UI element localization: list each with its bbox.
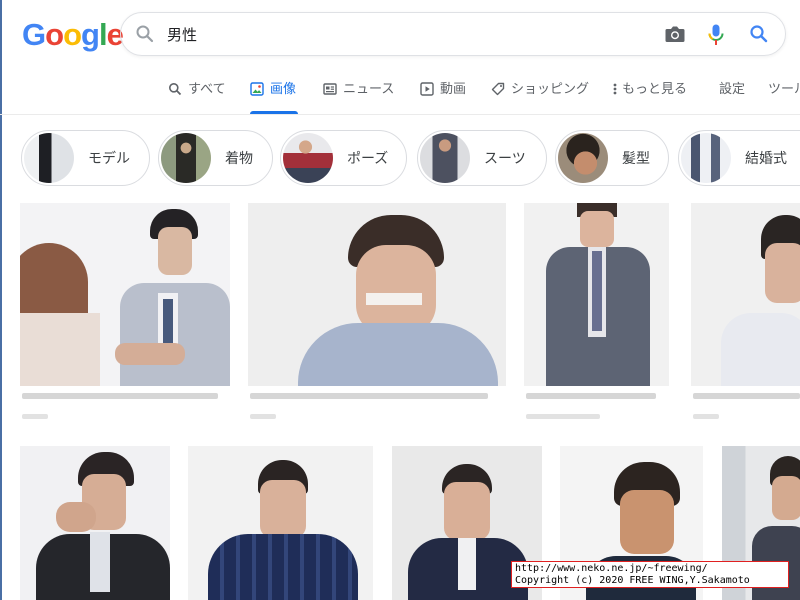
chip-thumbnail [24, 133, 74, 183]
search-icon [168, 82, 182, 96]
search-input[interactable] [167, 22, 647, 46]
tab-label: ショッピング [511, 82, 590, 97]
logo-letter: o [63, 17, 82, 52]
chip-suit[interactable]: スーツ [417, 130, 547, 186]
tab-label: すべて [188, 82, 226, 97]
tab-label: 設定 [719, 82, 746, 97]
chip-kimono[interactable]: 着物 [158, 130, 273, 186]
play-icon [420, 82, 434, 96]
logo-letter: G [22, 17, 46, 52]
caption-placeholder [693, 393, 800, 399]
search-icon [135, 24, 155, 48]
caption-placeholder [526, 414, 600, 419]
result-image[interactable] [248, 203, 506, 386]
chip-label: ポーズ [347, 151, 389, 167]
chip-thumbnail [681, 133, 731, 183]
chip-label: スーツ [484, 151, 526, 167]
result-image[interactable] [20, 446, 170, 600]
chip-thumbnail [558, 133, 608, 183]
chip-pose[interactable]: ポーズ [280, 130, 407, 186]
tab-label: 画像 [270, 82, 297, 97]
caption-placeholder [22, 393, 218, 399]
copyright-watermark: http://www.neko.ne.jp/~freewing/ Copyrig… [511, 561, 789, 588]
chip-label: 着物 [225, 151, 253, 167]
tab-label: もっと見る [622, 82, 688, 97]
chip-thumbnail [283, 133, 333, 183]
caption-placeholder [526, 393, 656, 399]
tab-more[interactable]: もっと見る [612, 78, 687, 114]
logo-letter: l [98, 17, 108, 52]
tab-tools[interactable]: ツール [768, 78, 800, 114]
tab-news[interactable]: ニュース [323, 78, 394, 114]
result-image[interactable] [691, 203, 800, 386]
tab-label: ニュース [343, 82, 395, 97]
tab-label: 動画 [440, 82, 467, 97]
result-image[interactable] [188, 446, 373, 600]
caption-placeholder [693, 414, 719, 419]
google-logo[interactable]: Google [22, 17, 124, 52]
caption-placeholder [22, 414, 48, 419]
search-tabs: すべて 画像 ニュース 動画 ショッピング もっと見る 設定 ツール [0, 78, 800, 115]
watermark-url: http://www.neko.ne.jp/~freewing/ [515, 563, 708, 574]
mic-icon[interactable] [707, 23, 725, 51]
result-image[interactable] [20, 203, 230, 386]
chip-model[interactable]: モデル [21, 130, 150, 186]
tab-settings[interactable]: 設定 [719, 78, 745, 114]
tab-label: ツール [768, 82, 800, 97]
tab-shopping[interactable]: ショッピング [491, 78, 589, 114]
chip-thumbnail [420, 133, 470, 183]
watermark-copyright: Copyright (c) 2020 FREE WING,Y.Sakamoto [515, 575, 750, 586]
result-image[interactable] [524, 203, 669, 386]
caption-placeholder [250, 414, 276, 419]
chip-label: モデル [88, 151, 130, 167]
logo-letter: o [45, 17, 64, 52]
chip-label: 髪型 [622, 151, 650, 167]
related-chips: モデル 着物 ポーズ スーツ 髪型 結婚式 [0, 130, 800, 188]
caption-placeholder [250, 393, 488, 399]
chip-thumbnail [161, 133, 211, 183]
tag-icon [491, 82, 505, 96]
chip-hairstyle[interactable]: 髪型 [555, 130, 669, 186]
news-icon [323, 82, 337, 96]
chip-label: 結婚式 [745, 151, 787, 167]
chip-wedding[interactable]: 結婚式 [678, 130, 800, 186]
search-box [120, 12, 786, 56]
tab-images[interactable]: 画像 [250, 78, 298, 114]
more-vert-icon [612, 82, 618, 96]
tab-all[interactable]: すべて [168, 78, 226, 114]
image-icon [250, 82, 264, 96]
search-submit-icon[interactable] [749, 24, 769, 48]
tab-videos[interactable]: 動画 [420, 78, 466, 114]
camera-icon[interactable] [664, 24, 686, 48]
logo-letter: g [81, 17, 100, 52]
